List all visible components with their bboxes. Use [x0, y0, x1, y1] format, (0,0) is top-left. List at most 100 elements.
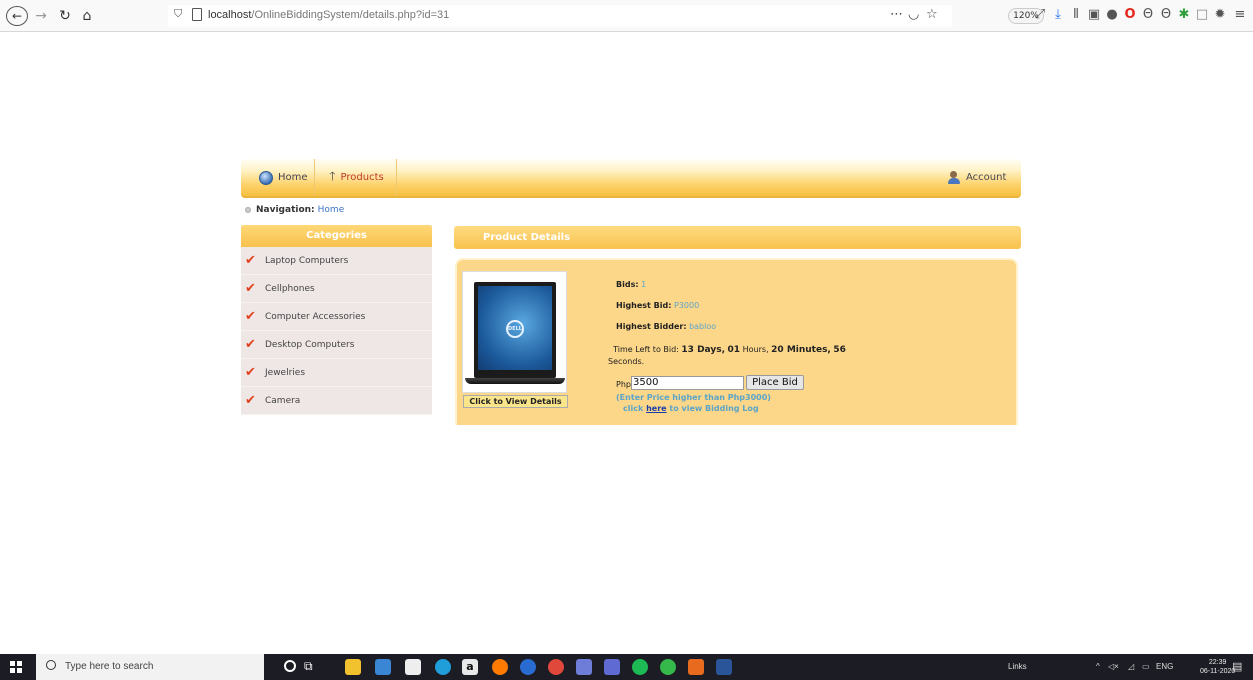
checkmark-icon: ✔ — [245, 365, 256, 380]
puzzle-icon[interactable]: ✱ — [1177, 7, 1191, 23]
windows-start-icon[interactable] — [10, 661, 22, 673]
bid-hint: (Enter Price higher than Php3000) — [616, 393, 771, 402]
pocket-icon[interactable]: ◡ — [908, 7, 919, 22]
shield-icon: ⛉ — [174, 7, 183, 20]
bug-icon[interactable]: ✹ — [1213, 7, 1227, 23]
categories-sidebar: Categories ✔ Laptop Computers ✔ Cellphon… — [241, 225, 432, 415]
category-item[interactable]: ✔ Desktop Computers — [241, 331, 432, 359]
nav-home-label: Home — [278, 172, 308, 183]
browser-toolbar: ← → ↻ ⌂ ⛉ localhost/OnlineBiddingSystem/… — [0, 0, 1253, 32]
teams-icon[interactable] — [604, 659, 620, 675]
edge-icon[interactable] — [435, 659, 451, 675]
bullet-icon — [245, 207, 251, 213]
word-icon[interactable] — [716, 659, 732, 675]
currency-label: Php — [616, 380, 631, 389]
bookmark-star-icon[interactable]: ☆ — [926, 7, 938, 22]
category-label: Jewelries — [265, 367, 306, 378]
app-icon[interactable] — [375, 659, 391, 675]
store-icon[interactable] — [405, 659, 421, 675]
page-actions-icon[interactable]: ⋯ — [890, 7, 903, 22]
user-icon — [947, 170, 961, 185]
sidebar-icon[interactable]: ▣ — [1087, 7, 1101, 23]
address-bar[interactable]: ⛉ localhost/OnlineBiddingSystem/details.… — [168, 5, 1044, 27]
reload-icon[interactable]: ↻ — [58, 6, 72, 26]
download-icon[interactable]: ⤓ — [1051, 7, 1065, 23]
bidding-log-text: click here to view Bidding Log — [623, 404, 759, 413]
arrow-up-icon: 🡑 — [329, 169, 336, 183]
amazon-icon[interactable]: a — [462, 659, 478, 675]
battery-icon[interactable]: ▭ — [1142, 662, 1150, 671]
nav-account[interactable]: Account — [947, 159, 1017, 196]
file-explorer-icon[interactable] — [345, 659, 361, 675]
category-item[interactable]: ✔ Cellphones — [241, 275, 432, 303]
clock[interactable]: 22:39 06-11-2020 — [1200, 658, 1235, 676]
firefox-icon[interactable] — [492, 659, 508, 675]
category-label: Computer Accessories — [265, 311, 366, 322]
volume-icon[interactable]: ◁× — [1108, 662, 1119, 671]
bids-count: Bids: 1 — [616, 280, 647, 289]
app-blue-icon[interactable] — [576, 659, 592, 675]
extension-circle-icon[interactable]: Θ — [1159, 7, 1173, 23]
breadcrumb-label: Navigation: — [256, 205, 315, 215]
language-indicator[interactable]: ENG — [1156, 662, 1173, 671]
forward-icon[interactable]: → — [34, 6, 48, 26]
bid-amount-input[interactable]: 3500 — [631, 376, 744, 390]
menu-icon[interactable]: ≡ — [1233, 7, 1247, 23]
notification-icon[interactable]: ▤ — [1232, 660, 1242, 673]
place-bid-button[interactable]: Place Bid — [746, 375, 804, 390]
time-left: Time Left to Bid: 13 Days, 01 Hours, 20 … — [608, 345, 846, 366]
category-item[interactable]: ✔ Computer Accessories — [241, 303, 432, 331]
category-item[interactable]: ✔ Camera — [241, 387, 432, 415]
nav-products[interactable]: 🡑 Products — [317, 159, 397, 196]
category-label: Laptop Computers — [265, 255, 349, 266]
category-item[interactable]: ✔ Laptop Computers — [241, 247, 432, 275]
checkmark-icon: ✔ — [245, 309, 256, 324]
breadcrumb-home-link[interactable]: Home — [318, 205, 345, 215]
links-toolbar[interactable]: Links — [1008, 662, 1027, 671]
library-icon[interactable]: ⫴ — [1069, 7, 1083, 23]
nav-home[interactable]: Home — [251, 159, 315, 196]
category-label: Desktop Computers — [265, 339, 355, 350]
chrome-icon[interactable] — [548, 659, 564, 675]
back-icon[interactable]: ← — [6, 6, 28, 26]
product-details-header: Product Details — [454, 226, 1021, 249]
extension-icon[interactable]: ● — [1105, 7, 1119, 23]
globe-icon — [259, 170, 273, 185]
extension-o-icon[interactable]: Θ — [1141, 7, 1155, 23]
breadcrumb: Navigation: Home — [245, 205, 344, 215]
main-navbar: Home 🡑 Products Account — [241, 159, 1021, 198]
windows-taskbar: Type here to search ⧉ a Links ^ ◁× ◿ ▭ E… — [0, 654, 1253, 680]
home-icon[interactable]: ⌂ — [80, 6, 94, 26]
app-green-icon[interactable] — [660, 659, 676, 675]
laptop-picture: DELL — [474, 282, 556, 378]
search-icon — [46, 660, 56, 670]
app-orange-icon[interactable] — [688, 659, 704, 675]
dell-logo: DELL — [506, 320, 524, 338]
opera-icon[interactable]: O — [1123, 7, 1137, 23]
bidding-log-link[interactable]: here — [646, 404, 667, 413]
network-icon[interactable]: ◿ — [1128, 662, 1134, 671]
checkmark-icon: ✔ — [245, 393, 256, 408]
view-details-button[interactable]: Click to View Details — [463, 395, 568, 408]
page-icon — [192, 8, 202, 21]
checkmark-icon: ✔ — [245, 281, 256, 296]
nav-account-label: Account — [966, 172, 1007, 183]
category-label: Camera — [265, 395, 301, 406]
square-icon[interactable]: □ — [1195, 7, 1209, 23]
category-item[interactable]: ✔ Jewelries — [241, 359, 432, 387]
checkmark-icon: ✔ — [245, 253, 256, 268]
tray-chevron-icon[interactable]: ^ — [1096, 662, 1100, 671]
app-circle-icon[interactable] — [520, 659, 536, 675]
categories-title: Categories — [241, 225, 432, 247]
product-image[interactable]: DELL — [462, 271, 567, 393]
checkmark-icon: ✔ — [245, 337, 256, 352]
url-text[interactable]: localhost/OnlineBiddingSystem/details.ph… — [208, 9, 449, 21]
taskbar-search[interactable]: Type here to search — [36, 654, 264, 680]
expand-icon[interactable]: ⤢ — [1033, 7, 1047, 23]
task-view-icon[interactable]: ⧉ — [304, 659, 320, 675]
highest-bid: Highest Bid: P3000 — [616, 301, 700, 310]
cortana-icon[interactable] — [284, 660, 296, 672]
nav-products-label: Products — [340, 172, 384, 183]
category-label: Cellphones — [265, 283, 315, 294]
spotify-icon[interactable] — [632, 659, 648, 675]
